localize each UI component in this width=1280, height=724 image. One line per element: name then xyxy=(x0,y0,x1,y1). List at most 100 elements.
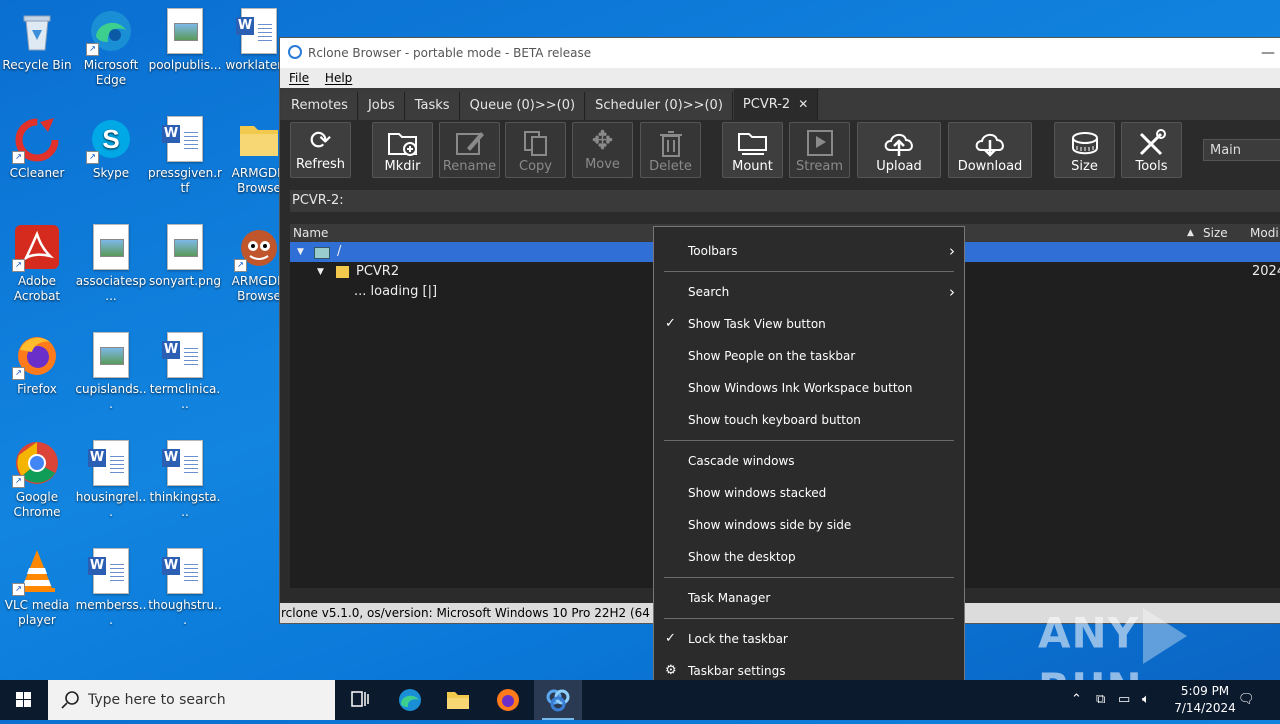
menu-file[interactable]: File xyxy=(289,71,309,85)
image-file-icon xyxy=(162,224,208,270)
menu-item-cascade[interactable]: Cascade windows xyxy=(654,445,964,477)
desktop-icon-firefox[interactable]: ↗ Firefox xyxy=(0,332,74,397)
menu-item-lock-taskbar[interactable]: ✓ Lock the taskbar xyxy=(654,623,964,655)
tools-icon xyxy=(1139,129,1166,156)
refresh-icon: ⟳ xyxy=(309,126,332,156)
tab-scheduler[interactable]: Scheduler (0)>>(0) xyxy=(586,92,733,120)
menu-item-task-manager[interactable]: Task Manager xyxy=(654,582,964,614)
folder-icon xyxy=(236,116,282,162)
tray-app-icon[interactable]: ⧉ xyxy=(1096,680,1105,720)
desktop-icon-file[interactable]: cupislands... xyxy=(74,332,148,412)
menu-separator xyxy=(664,577,954,578)
column-name[interactable]: Name xyxy=(293,224,328,242)
word-document-icon: W xyxy=(88,440,134,486)
menu-item-side-by-side[interactable]: Show windows side by side xyxy=(654,509,964,541)
minimize-icon[interactable]: — xyxy=(1261,38,1275,68)
desktop-icon-ccleaner[interactable]: ↗ CCleaner xyxy=(0,116,74,181)
clock-time: 5:09 PM xyxy=(1180,684,1230,698)
menu-item-search[interactable]: Search › xyxy=(654,276,964,308)
desktop-icon-file[interactable]: W thoughstru... xyxy=(148,548,222,628)
refresh-button[interactable]: ⟳ Refresh xyxy=(290,122,351,178)
trash-icon xyxy=(659,131,682,157)
stream-button[interactable]: Stream xyxy=(789,122,850,178)
window-titlebar[interactable]: Rclone Browser - portable mode - BETA re… xyxy=(280,38,1280,68)
menu-item-people[interactable]: Show People on the taskbar xyxy=(654,340,964,372)
new-folder-icon xyxy=(387,133,417,156)
menu-bar: File Help xyxy=(280,68,1280,88)
desktop-icon-file[interactable]: W housingrel... xyxy=(74,440,148,520)
menu-item-ink-workspace[interactable]: Show Windows Ink Workspace button xyxy=(654,372,964,404)
desktop-icon-file[interactable]: W memberss... xyxy=(74,548,148,628)
tab-jobs[interactable]: Jobs xyxy=(358,92,405,120)
taskbar-file-explorer[interactable] xyxy=(434,680,482,720)
firefox-icon: ↗ xyxy=(12,332,60,380)
column-size[interactable]: Size xyxy=(1203,224,1228,242)
image-file-icon xyxy=(88,332,134,378)
move-button[interactable]: ✥ Move xyxy=(572,122,633,178)
column-modified[interactable]: Modi xyxy=(1250,224,1279,242)
notification-icon[interactable]: 🗨︎ xyxy=(1238,680,1255,720)
tab-tasks[interactable]: Tasks xyxy=(405,92,460,120)
desktop-icon-microsoft-edge[interactable]: ↗ Microsoft Edge xyxy=(74,8,148,88)
windows-logo-icon xyxy=(16,692,31,707)
taskbar: Type here to search ⌃ ⧉ ▭ 🔈︎ 5:09 PM 7/1… xyxy=(0,680,1280,720)
desktop-icon-file[interactable]: W termclinica... xyxy=(148,332,222,412)
desktop-icon-adobe-acrobat[interactable]: ↗ Adobe Acrobat xyxy=(0,224,74,304)
tools-button[interactable]: Tools xyxy=(1121,122,1182,178)
download-button[interactable]: Download xyxy=(948,122,1032,178)
network-icon[interactable]: ▭ xyxy=(1118,680,1130,720)
edge-icon: ↗ xyxy=(86,8,134,56)
rename-button[interactable]: Rename xyxy=(439,122,500,178)
show-hidden-icons-chevron-icon[interactable]: ⌃ xyxy=(1071,680,1082,720)
upload-button[interactable]: Upload xyxy=(857,122,941,178)
taskbar-rclone-browser[interactable] xyxy=(534,680,582,720)
desktop-icon-vlc[interactable]: ↗ VLC media player xyxy=(0,548,74,628)
close-tab-icon[interactable]: ✕ xyxy=(798,97,808,111)
size-button[interactable]: Size xyxy=(1054,122,1115,178)
profile-select[interactable]: Main xyxy=(1203,139,1280,161)
tab-queue[interactable]: Queue (0)>>(0) xyxy=(460,92,586,120)
copy-button[interactable]: Copy xyxy=(505,122,566,178)
desktop-icon-google-chrome[interactable]: ↗ Google Chrome xyxy=(0,440,74,520)
taskbar-edge[interactable] xyxy=(386,680,434,720)
ccleaner-icon: ↗ xyxy=(12,116,60,164)
menu-help[interactable]: Help xyxy=(325,71,352,85)
desktop-icon-file[interactable]: W pressgiven.rtf xyxy=(148,116,222,196)
menu-item-stacked[interactable]: Show windows stacked xyxy=(654,477,964,509)
mkdir-button[interactable]: Mkdir xyxy=(372,122,433,178)
taskbar-clock[interactable]: 5:09 PM 7/14/2024 xyxy=(1172,683,1238,717)
cloud-download-icon xyxy=(975,133,1004,157)
menu-item-show-desktop[interactable]: Show the desktop xyxy=(654,541,964,573)
chevron-right-icon: › xyxy=(949,283,955,301)
menu-item-task-view[interactable]: ✓ Show Task View button xyxy=(654,308,964,340)
clock-date: 7/14/2024 xyxy=(1174,701,1236,715)
word-document-icon: W xyxy=(162,440,208,486)
image-file-icon xyxy=(162,8,208,54)
desktop-icon-file[interactable]: poolpublis... xyxy=(148,8,222,73)
mount-button[interactable]: Mount xyxy=(722,122,783,178)
menu-separator xyxy=(664,440,954,441)
svg-text:S: S xyxy=(102,124,119,154)
taskbar-firefox[interactable] xyxy=(484,680,532,720)
delete-button[interactable]: Delete xyxy=(640,122,701,178)
tab-remotes[interactable]: Remotes xyxy=(282,92,358,120)
shortcut-arrow-icon: ↗ xyxy=(12,583,25,596)
sort-ascending-icon: ▲ xyxy=(1187,228,1194,238)
path-bar[interactable]: PCVR-2: xyxy=(290,190,1280,212)
volume-icon[interactable]: 🔈︎ xyxy=(1142,680,1150,720)
desktop-icon-recycle-bin[interactable]: Recycle Bin xyxy=(0,8,74,73)
word-document-icon: W xyxy=(88,548,134,594)
tab-pcvr-2[interactable]: PCVR-2 ✕ xyxy=(733,89,819,120)
shortcut-arrow-icon: ↗ xyxy=(12,475,25,488)
menu-item-touch-keyboard[interactable]: Show touch keyboard button xyxy=(654,404,964,436)
shortcut-arrow-icon: ↗ xyxy=(12,367,25,380)
desktop-icon-file[interactable]: associatesp... xyxy=(74,224,148,304)
desktop-icon-file[interactable]: W thinkingsta... xyxy=(148,440,222,520)
task-view-button[interactable] xyxy=(336,680,384,720)
menu-item-toolbars[interactable]: Toolbars › xyxy=(654,235,964,267)
taskbar-search-box[interactable]: Type here to search xyxy=(48,680,335,720)
start-button[interactable] xyxy=(0,680,48,720)
desktop-icon-file[interactable]: sonyart.png xyxy=(148,224,222,289)
mount-folder-icon xyxy=(737,133,767,155)
desktop-icon-skype[interactable]: S ↗ Skype xyxy=(74,116,148,181)
